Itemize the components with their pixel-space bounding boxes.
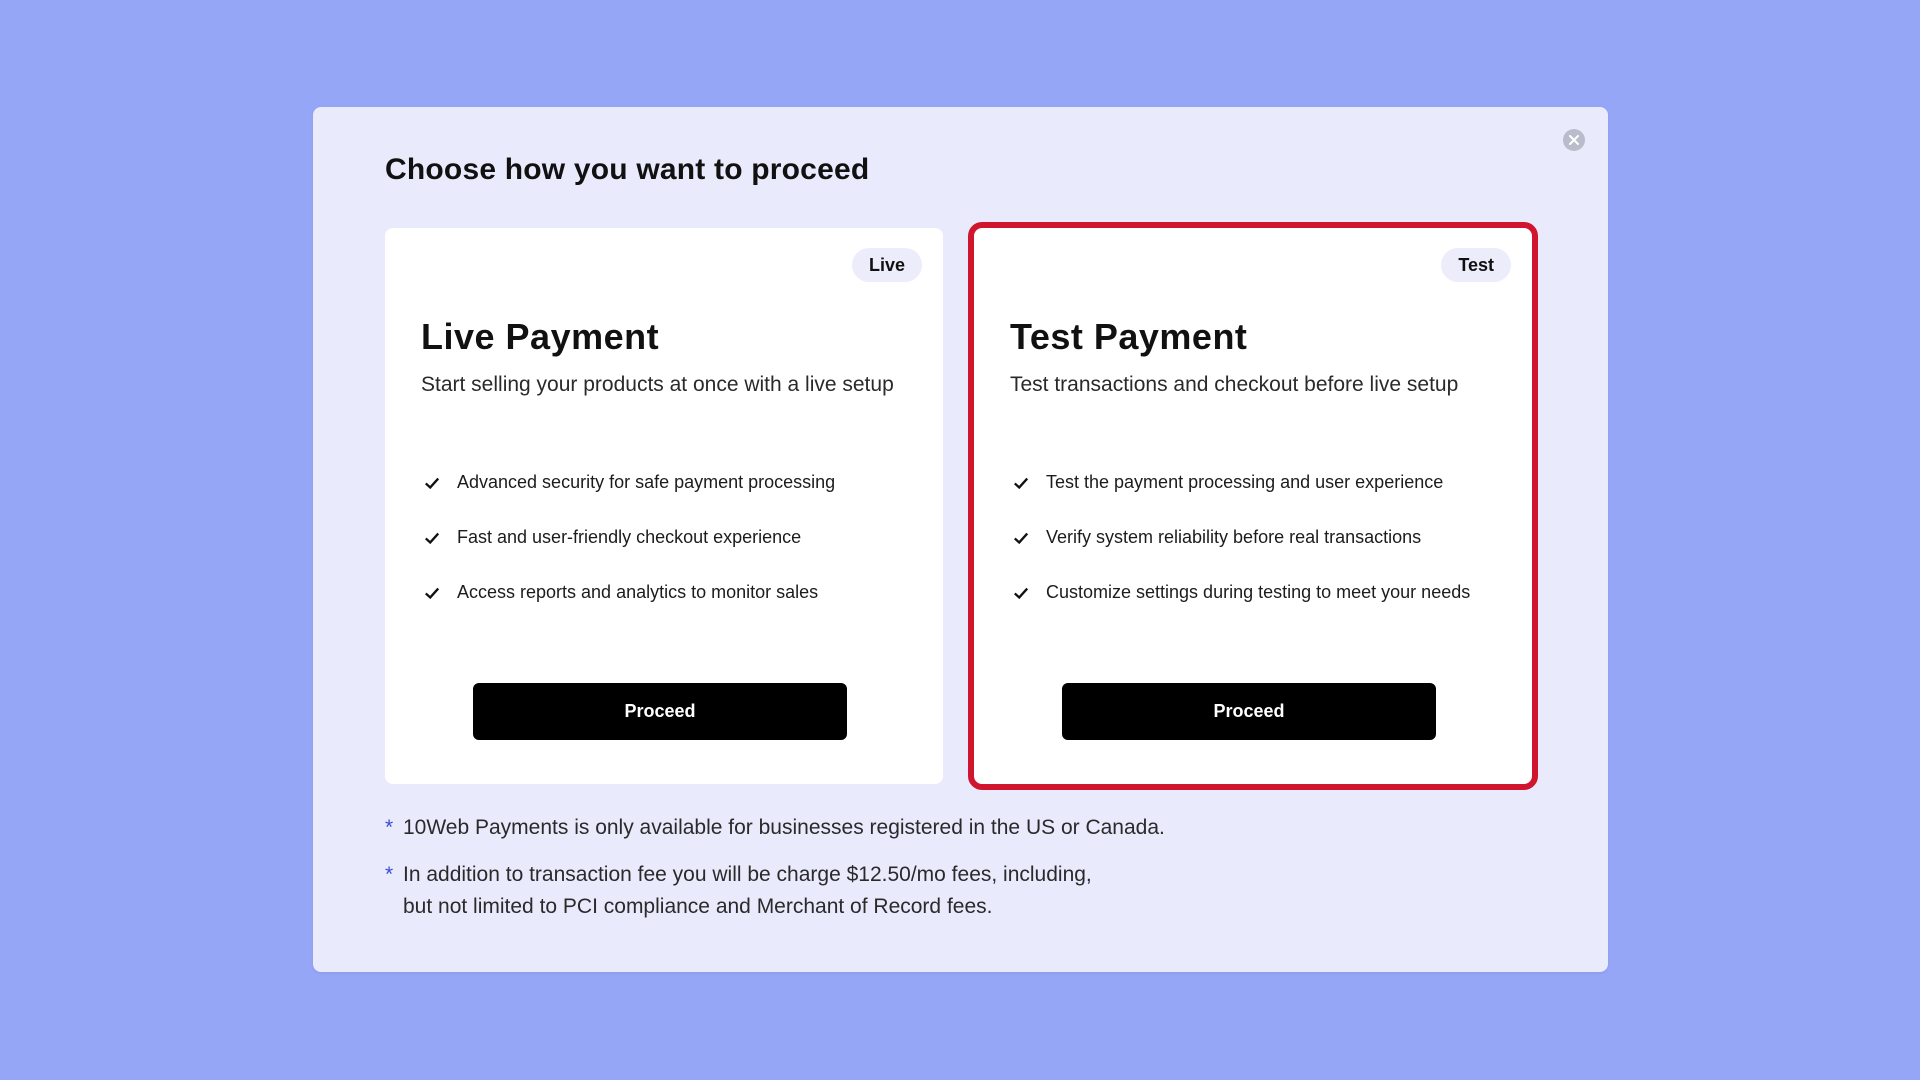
list-item: Test the payment processing and user exp…	[1012, 455, 1470, 510]
feature-text: Customize settings during testing to mee…	[1046, 582, 1471, 602]
feature-text: Advanced security for safe payment proce…	[457, 472, 836, 492]
test-badge: Test	[1441, 248, 1511, 282]
footnotes: * 10Web Payments is only available for b…	[385, 812, 1485, 938]
check-icon	[423, 529, 441, 547]
footnote-availability: * 10Web Payments is only available for b…	[385, 812, 1485, 844]
test-feature-list: Test the payment processing and user exp…	[1012, 455, 1470, 620]
check-icon	[423, 474, 441, 492]
check-icon	[1012, 529, 1030, 547]
feature-text: Access reports and analytics to monitor …	[457, 582, 819, 602]
footnote-text: 10Web Payments is only available for bus…	[403, 816, 1165, 839]
live-proceed-button[interactable]: Proceed	[473, 683, 847, 740]
check-icon	[1012, 474, 1030, 492]
check-icon	[423, 584, 441, 602]
live-card-subtitle: Start selling your products at once with…	[421, 373, 894, 396]
asterisk-marker: *	[385, 863, 394, 886]
list-item: Customize settings during testing to mee…	[1012, 565, 1470, 620]
live-feature-list: Advanced security for safe payment proce…	[423, 455, 835, 620]
list-item: Access reports and analytics to monitor …	[423, 565, 835, 620]
list-item: Advanced security for safe payment proce…	[423, 455, 835, 510]
check-icon	[1012, 584, 1030, 602]
payment-mode-modal: Choose how you want to proceed Live Live…	[313, 107, 1608, 972]
modal-title: Choose how you want to proceed	[385, 153, 870, 186]
feature-text: Fast and user-friendly checkout experien…	[457, 527, 802, 547]
footnote-fees: * In addition to transaction fee you wil…	[385, 859, 1485, 923]
test-card-subtitle: Test transactions and checkout before li…	[1010, 373, 1459, 396]
footnote-text: In addition to transaction fee you will …	[403, 859, 1092, 923]
list-item: Verify system reliability before real tr…	[1012, 510, 1470, 565]
feature-text: Verify system reliability before real tr…	[1046, 527, 1422, 547]
test-proceed-button[interactable]: Proceed	[1062, 683, 1436, 740]
asterisk-marker: *	[385, 816, 394, 839]
live-card-title: Live Payment	[421, 316, 660, 357]
close-icon[interactable]	[1563, 129, 1585, 151]
live-badge: Live	[851, 248, 922, 282]
list-item: Fast and user-friendly checkout experien…	[423, 510, 835, 565]
footnote-line: In addition to transaction fee you will …	[403, 863, 1092, 886]
test-card-title: Test Payment	[1010, 316, 1248, 357]
live-payment-card[interactable]: Live Live Payment Start selling your pro…	[385, 228, 943, 784]
feature-text: Test the payment processing and user exp…	[1046, 472, 1444, 492]
test-payment-card[interactable]: Test Test Payment Test transactions and …	[968, 222, 1538, 790]
footnote-line: but not limited to PCI compliance and Me…	[403, 895, 993, 918]
